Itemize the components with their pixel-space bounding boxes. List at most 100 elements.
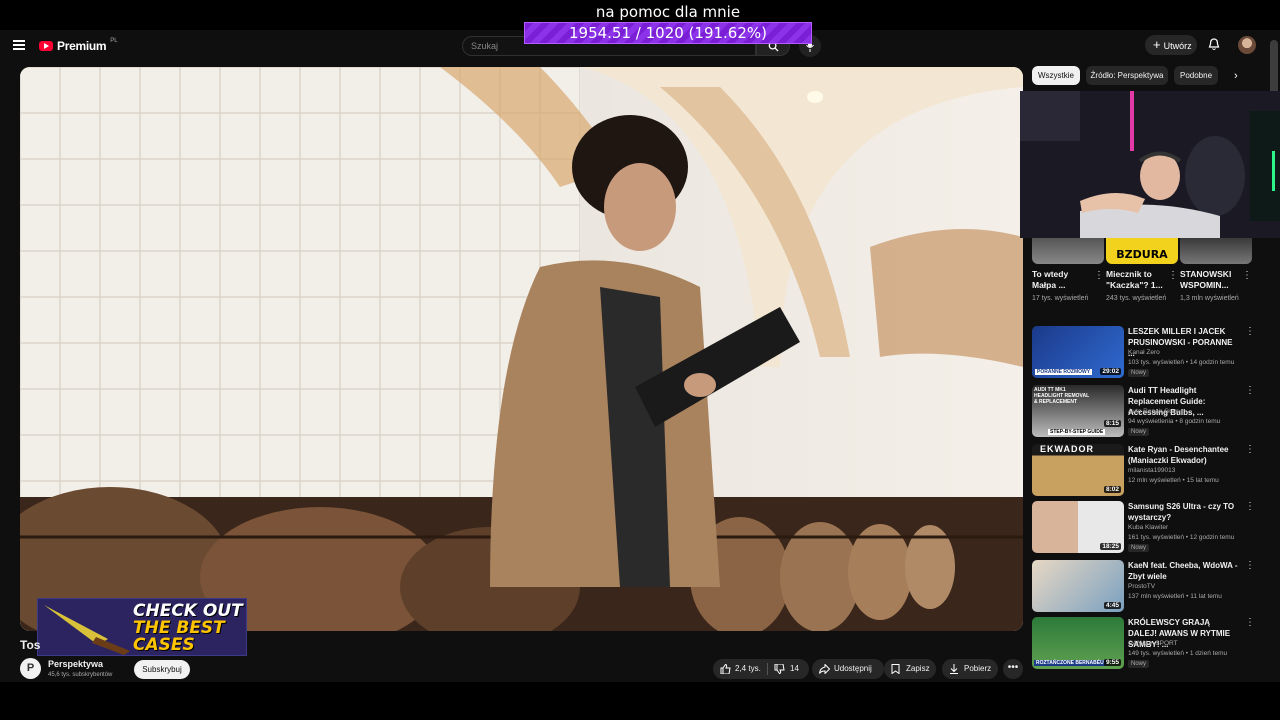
- save-label: Zapisz: [906, 664, 930, 673]
- recommendation-item[interactable]: PORANNE ROZMOWY 29:02 LESZEK MILLER I JA…: [1032, 326, 1262, 380]
- short-title[interactable]: Miecznik to "Kaczka"? 1...: [1106, 269, 1168, 291]
- video-frame: [20, 67, 1023, 631]
- new-badge: Nowy: [1128, 544, 1150, 552]
- webcam-image: [1020, 91, 1280, 238]
- channel-avatar[interactable]: P: [20, 658, 41, 679]
- kebab-menu-icon[interactable]: ⋮: [1245, 501, 1255, 512]
- recommendation-item[interactable]: 18:25 Samsung S26 Ultra - czy TO wystarc…: [1032, 501, 1262, 555]
- streamer-webcam: [1020, 91, 1280, 238]
- kebab-menu-icon[interactable]: ⋮: [1245, 617, 1255, 628]
- account-avatar[interactable]: [1238, 36, 1256, 54]
- short-views: 17 tys. wyświetleń: [1032, 295, 1089, 302]
- channel-name[interactable]: Auto Repair Guys: [1128, 408, 1179, 415]
- chip-related[interactable]: Podobne: [1174, 66, 1218, 85]
- channel-name[interactable]: Kuba Klawiter: [1128, 524, 1168, 531]
- short-item[interactable]: STANOWSKI WSPOMIN... 1,3 mln wyświetleń …: [1180, 238, 1255, 304]
- kebab-menu-icon[interactable]: ⋮: [1245, 326, 1255, 337]
- video-title[interactable]: Samsung S26 Ultra - czy TO wystarczy?: [1128, 501, 1238, 523]
- logo-country-code: PL: [110, 38, 118, 44]
- short-thumbnail-caption[interactable]: BZDURA: [1106, 238, 1178, 264]
- channel-name[interactable]: milanista199013: [1128, 467, 1175, 474]
- chevron-right-icon[interactable]: ›: [1234, 70, 1238, 82]
- notifications-bell-icon[interactable]: [1208, 38, 1220, 51]
- create-label: Utwórz: [1163, 41, 1192, 51]
- video-thumbnail[interactable]: 18:25: [1032, 501, 1124, 553]
- download-button[interactable]: Pobierz: [942, 659, 998, 679]
- video-duration: 8:15: [1103, 420, 1121, 427]
- more-actions-button[interactable]: •••: [1003, 659, 1023, 679]
- video-thumbnail[interactable]: AUDI TT MK1 HEADLIGHT REMOVAL & REPLACEM…: [1032, 385, 1124, 437]
- like-separator: [767, 663, 768, 675]
- short-title[interactable]: To wtedy Małpa ...: [1032, 269, 1094, 291]
- share-icon: [819, 664, 830, 674]
- thumbs-up-icon[interactable]: [720, 664, 731, 674]
- kebab-menu-icon[interactable]: ⋮: [1245, 560, 1255, 571]
- share-label: Udostępnij: [834, 664, 872, 673]
- kebab-menu-icon[interactable]: ⋮: [1094, 270, 1104, 281]
- knife-icon: [44, 605, 130, 655]
- channel-name[interactable]: ProstoTV: [1128, 583, 1155, 590]
- thumbnail-caption-2: STEP-BY-STEP GUIDE: [1048, 429, 1106, 435]
- video-meta: 12 mln wyświetleń • 15 lat temu: [1128, 477, 1219, 484]
- channel-name[interactable]: Kanał Zero: [1128, 349, 1160, 356]
- logo-text: Premium: [57, 39, 107, 53]
- short-title[interactable]: STANOWSKI WSPOMIN...: [1180, 269, 1242, 291]
- thumbnail-caption: ROZTAŃCZONE BERNABÉU: [1034, 660, 1106, 666]
- thumbs-down-icon: [774, 664, 785, 674]
- channel-name[interactable]: Perspektywa: [48, 659, 103, 669]
- video-title[interactable]: KaeN feat. Cheeba, WdoWA - Zbyt wiele: [1128, 560, 1238, 582]
- channel-subscriber-count: 45,6 tys. subskrybentów: [48, 672, 113, 678]
- video-meta: 137 mln wyświetleń • 11 lat temu: [1128, 593, 1222, 600]
- thumbnail-caption: EKWADOR: [1040, 444, 1094, 454]
- video-title: Tos: [20, 638, 41, 652]
- youtube-play-icon: [39, 41, 53, 51]
- sponsor-promo-banner[interactable]: CHECK OUT THE BEST CASES: [37, 598, 247, 656]
- kebab-menu-icon[interactable]: ⋮: [1168, 270, 1178, 281]
- donation-goal-bar: 1954.51 / 1020 (191.62%): [524, 22, 812, 44]
- video-meta: 94 wyświetlenia • 8 godzin temu: [1128, 418, 1221, 425]
- share-button[interactable]: Udostępnij: [812, 659, 884, 679]
- create-button[interactable]: + Utwórz: [1145, 35, 1197, 55]
- bottom-letterbox: [0, 682, 1280, 720]
- recommendation-item[interactable]: EKWADOR 8:02 Kate Ryan - Desenchantee (M…: [1032, 444, 1262, 498]
- recommendation-item[interactable]: ROZTAŃCZONE BERNABÉU 9:55 KRÓLEWSCY GRAJ…: [1032, 617, 1262, 671]
- download-label: Pobierz: [964, 664, 992, 673]
- like-count[interactable]: 2,4 tys.: [735, 664, 761, 673]
- kebab-menu-icon[interactable]: ⋮: [1245, 385, 1255, 396]
- chip-all[interactable]: Wszystkie: [1032, 66, 1080, 85]
- chip-source[interactable]: Źródło: Perspektywa: [1086, 66, 1168, 85]
- video-duration: 29:02: [1100, 368, 1121, 375]
- subscribe-button[interactable]: Subskrybuj: [134, 660, 190, 679]
- short-views: 243 tys. wyświetleń: [1106, 295, 1167, 302]
- new-badge: Nowy: [1128, 660, 1150, 668]
- short-thumbnail[interactable]: [1032, 238, 1104, 264]
- recommendation-item[interactable]: AUDI TT MK1 HEADLIGHT REMOVAL & REPLACEM…: [1032, 385, 1262, 439]
- video-meta: 103 tys. wyświetleń • 14 godzin temu: [1128, 359, 1235, 366]
- video-title[interactable]: Kate Ryan - Desenchantee (Maniaczki Ekwa…: [1128, 444, 1238, 466]
- channel-name[interactable]: CANAL+ SPORT: [1128, 640, 1178, 647]
- hamburger-menu-icon[interactable]: [13, 40, 25, 50]
- stream-overlay-title: na pomoc dla mnie: [595, 3, 741, 21]
- thumbnail-caption: AUDI TT MK1 HEADLIGHT REMOVAL & REPLACEM…: [1034, 387, 1090, 405]
- dislike-button[interactable]: 14: [774, 659, 799, 679]
- video-player[interactable]: [20, 67, 1023, 631]
- video-duration: 18:25: [1100, 543, 1121, 550]
- dislike-count: 14: [790, 664, 799, 673]
- video-thumbnail[interactable]: ROZTAŃCZONE BERNABÉU 9:55: [1032, 617, 1124, 669]
- video-meta: 149 tys. wyświetleń • 1 dzień temu: [1128, 650, 1228, 657]
- kebab-menu-icon[interactable]: ⋮: [1245, 444, 1255, 455]
- more-dots-icon: •••: [1007, 662, 1019, 673]
- save-button[interactable]: Zapisz: [884, 659, 936, 679]
- new-badge: Nowy: [1128, 428, 1150, 436]
- video-meta: 161 tys. wyświetleń • 12 godzin temu: [1128, 534, 1235, 541]
- short-item[interactable]: To wtedy Małpa ... 17 tys. wyświetleń ⋮: [1032, 238, 1107, 304]
- short-item[interactable]: BZDURA Miecznik to "Kaczka"? 1... 243 ty…: [1106, 238, 1181, 304]
- youtube-premium-logo[interactable]: Premium PL: [39, 38, 118, 53]
- recommendation-item[interactable]: 4:45 KaeN feat. Cheeba, WdoWA - Zbyt wie…: [1032, 560, 1262, 614]
- video-thumbnail[interactable]: 4:45: [1032, 560, 1124, 612]
- bookmark-icon: [891, 664, 900, 674]
- short-thumbnail[interactable]: [1180, 238, 1252, 264]
- video-thumbnail[interactable]: PORANNE ROZMOWY 29:02: [1032, 326, 1124, 378]
- video-thumbnail[interactable]: EKWADOR 8:02: [1032, 444, 1124, 496]
- kebab-menu-icon[interactable]: ⋮: [1242, 270, 1252, 281]
